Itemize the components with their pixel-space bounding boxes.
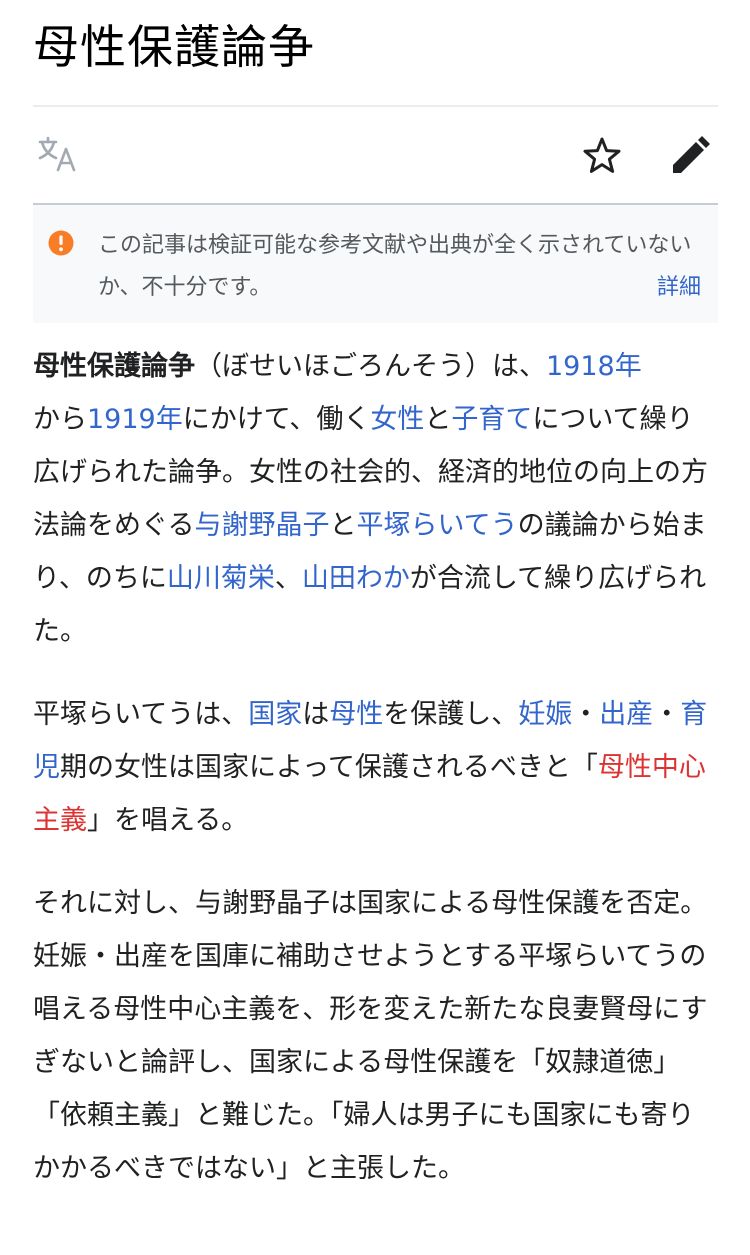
link-state[interactable]: 国家	[248, 699, 302, 730]
text-segment: （ぼせいほごろんそう）は、	[195, 351, 546, 382]
text-segment: にかけて、働く	[182, 404, 371, 435]
text-segment: 平塚らいてうは、	[33, 699, 249, 730]
article-page: 母性保護論争 この記事は検証可能な参考文献や出典が全く示されていないか、不十分で…	[33, 0, 718, 1184]
issues-notice[interactable]: この記事は検証可能な参考文献や出典が全く示されていないか、不十分です。 詳細	[33, 205, 718, 323]
notice-details-link[interactable]: 詳細	[657, 267, 701, 309]
text-segment: と	[329, 510, 357, 541]
page-title: 母性保護論争	[33, 20, 315, 74]
text-segment: から	[33, 404, 87, 435]
page-actions-toolbar	[33, 125, 718, 187]
link-yosano-akiko[interactable]: 与謝野晶子	[194, 510, 329, 541]
link-women[interactable]: 女性	[370, 404, 424, 435]
link-motherhood[interactable]: 母性	[329, 699, 383, 730]
paragraph-yosano: それに対し、与謝野晶子は国家による母性保護を否定。妊娠・出産を国庫に補助させよう…	[33, 888, 708, 1184]
text-segment: 」を唱える。	[87, 805, 249, 836]
paragraph-intro: 母性保護論争（ぼせいほごろんそう）は、1918年から1919年にかけて、働く女性…	[33, 340, 718, 658]
text-segment: ・	[572, 699, 600, 730]
notice-message: この記事は検証可能な参考文献や出典が全く示されていないか、不十分です。	[98, 233, 692, 300]
link-yamakawa-kikue[interactable]: 山川菊栄	[167, 563, 275, 594]
pencil-icon[interactable]	[667, 133, 713, 179]
text-segment: を保護し、	[383, 699, 519, 730]
text-segment: は	[302, 699, 330, 730]
link-hiratsuka-raicho[interactable]: 平塚らいてう	[356, 510, 517, 541]
link-1919[interactable]: 1919年	[87, 404, 183, 435]
star-icon[interactable]	[581, 135, 623, 177]
warning-circle-icon	[48, 230, 74, 256]
link-child-rearing[interactable]: 子育て	[451, 404, 532, 435]
text-segment: 期の女性は国家によって保護されるべきと「	[60, 752, 598, 783]
article-term: 母性保護論争	[33, 351, 195, 382]
text-segment: と	[424, 404, 452, 435]
article-body: 母性保護論争（ぼせいほごろんそう）は、1918年から1919年にかけて、働く女性…	[33, 340, 718, 1225]
paragraph-hiratsuka: 平塚らいてうは、国家は母性を保護し、妊娠・出産・育児期の女性は国家によって保護さ…	[33, 688, 718, 847]
text-segment: ・	[653, 699, 681, 730]
translate-icon[interactable]	[37, 135, 81, 175]
title-divider	[33, 105, 718, 107]
link-pregnancy[interactable]: 妊娠	[518, 699, 572, 730]
link-childbirth[interactable]: 出産	[599, 699, 653, 730]
link-1918[interactable]: 1918年	[546, 351, 642, 382]
link-yamada-waka[interactable]: 山田わか	[302, 563, 410, 594]
text-segment: 、	[274, 563, 302, 594]
